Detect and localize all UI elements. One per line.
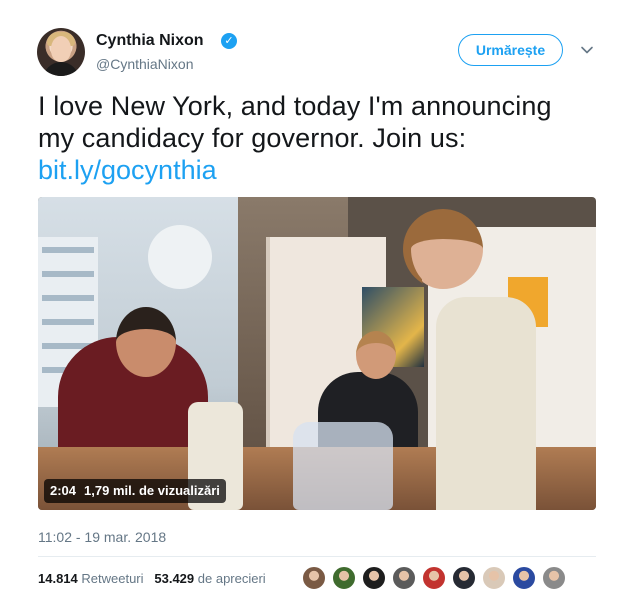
video-views: 1,79 mil. de vizualizări	[84, 483, 220, 498]
verified-badge-icon: ✓	[221, 33, 237, 49]
retweets-count: 14.814	[38, 571, 78, 586]
video-scene-person	[436, 297, 536, 510]
liker-avatar[interactable]	[362, 566, 386, 590]
liker-avatar[interactable]	[302, 566, 326, 590]
likes-count: 53.429	[154, 571, 195, 586]
liker-avatar[interactable]	[542, 566, 566, 590]
tweet-card: Cynthia Nixon ✓ @CynthiaNixon Urmărește …	[0, 0, 623, 596]
video-scene-bag	[293, 422, 393, 510]
video-scene-person-head	[356, 331, 396, 379]
tweet-text-line: my candidacy for governor. Join us:	[38, 123, 467, 153]
tweet-timestamp[interactable]: 11:02 - 19 mar. 2018	[38, 528, 166, 546]
liker-avatar[interactable]	[422, 566, 446, 590]
user-name[interactable]: Cynthia Nixon	[96, 31, 204, 51]
tweet-link[interactable]: bit.ly/gocynthia	[38, 154, 217, 186]
likes-stat[interactable]: 53.429 de aprecieri	[154, 571, 265, 586]
video-scene-lamp	[148, 225, 212, 289]
video-scene-person-head	[116, 307, 176, 377]
retweets-stat[interactable]: 14.814 Retweeturi	[38, 571, 144, 586]
video-info-badge: 2:04 1,79 mil. de vizualizări	[44, 479, 226, 503]
follow-button[interactable]: Urmărește	[458, 34, 563, 66]
avatar[interactable]	[37, 28, 85, 76]
user-handle[interactable]: @CynthiaNixon	[96, 55, 193, 73]
video-duration: 2:04	[50, 483, 77, 498]
liker-avatar[interactable]	[482, 566, 506, 590]
avatar-shirt	[43, 62, 79, 76]
tweet-stats: 14.814 Retweeturi 53.429 de aprecieri	[38, 570, 266, 588]
liker-avatar[interactable]	[452, 566, 476, 590]
liker-avatar[interactable]	[392, 566, 416, 590]
chevron-down-icon[interactable]	[580, 43, 594, 57]
video-scene-person-head	[403, 209, 483, 289]
video-player[interactable]	[38, 197, 596, 510]
likes-label: de aprecieri	[197, 571, 266, 586]
likers-avatars	[302, 566, 572, 590]
tweet-text: I love New York, and today I'm announcin…	[38, 90, 598, 154]
avatar-face	[51, 36, 71, 62]
liker-avatar[interactable]	[332, 566, 356, 590]
liker-avatar[interactable]	[512, 566, 536, 590]
divider	[38, 556, 596, 557]
retweets-label: Retweeturi	[81, 571, 144, 586]
tweet-text-line: I love New York, and today I'm announcin…	[38, 91, 552, 121]
